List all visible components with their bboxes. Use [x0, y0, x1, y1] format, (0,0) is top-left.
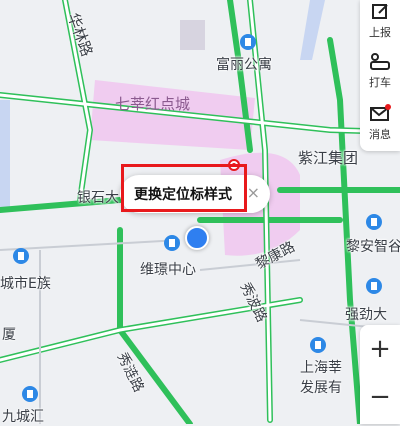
poi-weihuan-icon[interactable] — [164, 235, 180, 251]
label-haixin: 上海莘 — [300, 360, 342, 376]
label-weihuan: 维璟中心 — [140, 262, 196, 278]
taxi-icon — [370, 53, 390, 70]
side-panel: 上报 打车 消息 — [360, 0, 400, 151]
taxi-label: 打车 — [369, 76, 391, 89]
label-fuli: 富丽公寓 — [216, 57, 272, 73]
label-development: 发展有 — [300, 380, 342, 396]
label-liangang: 黎安智谷 — [346, 239, 400, 255]
poi-chengshi-icon[interactable] — [13, 248, 29, 264]
taxi-button[interactable]: 打车 — [360, 52, 400, 96]
label-zijiang: 紫江集团 — [298, 149, 359, 167]
report-label: 上报 — [369, 26, 391, 39]
label-sha: 厦 — [2, 327, 16, 343]
label-jiuyu: 九城汇 — [2, 409, 44, 425]
zoom-out-button[interactable]: − — [360, 373, 400, 421]
label-chengshi: 城市E族 — [0, 276, 51, 292]
label-qixin: 七莘红点城 — [115, 95, 191, 113]
poi-qiangjin-icon[interactable] — [366, 278, 382, 294]
label-qiangjin: 强劲大 — [345, 307, 387, 323]
zoom-controls: + − — [360, 325, 400, 424]
mail-icon — [370, 104, 391, 121]
poi-jiuyu-icon[interactable] — [22, 386, 38, 402]
label-yinshida: 银石大 — [77, 190, 119, 206]
zoom-in-button[interactable]: + — [360, 325, 400, 373]
poi-haixin-icon[interactable] — [310, 337, 326, 353]
edit-icon — [372, 4, 388, 19]
message-label: 消息 — [369, 128, 391, 141]
highlight-box — [121, 164, 247, 212]
current-location-marker[interactable] — [185, 226, 209, 250]
message-button[interactable]: 消息 — [360, 104, 400, 148]
close-icon[interactable]: × — [247, 183, 260, 202]
report-button[interactable]: 上报 — [360, 2, 400, 46]
poi-fuli-icon[interactable] — [240, 34, 256, 50]
poi-liangang-icon[interactable] — [366, 214, 382, 230]
